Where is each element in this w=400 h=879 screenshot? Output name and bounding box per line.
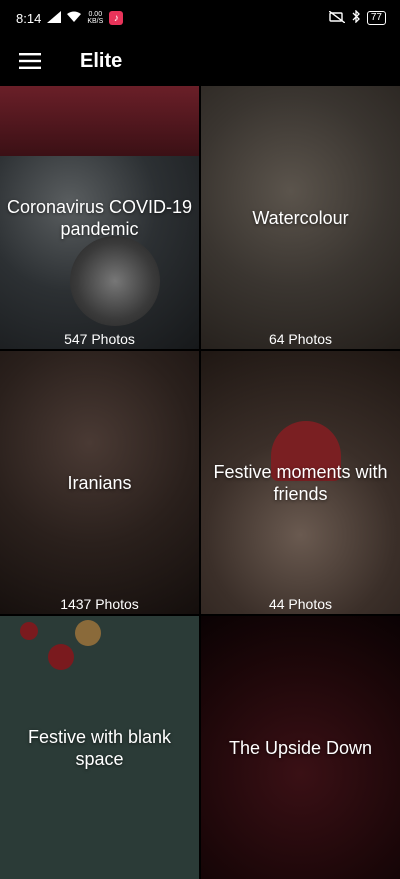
album-cover-image [0,86,199,156]
album-card-watercolour[interactable]: Watercolour 64 Photos [201,86,400,349]
album-title: Festive with blank space [27,726,172,769]
album-photo-count: 547 Photos [64,331,135,347]
album-cover-image [70,236,160,326]
album-title: Festive moments with friends [213,461,388,504]
wifi-icon [67,11,82,26]
ornament-image [75,620,101,646]
network-speed-value: 0.00 [88,11,103,18]
hamburger-menu-icon [19,53,41,69]
album-card-festive-blank[interactable]: Festive with blank space [0,616,199,879]
album-card-upside-down[interactable]: The Upside Down [201,616,400,879]
album-photo-count: 1437 Photos [60,596,139,612]
clock: 8:14 [16,10,42,26]
signal-icon [47,10,62,26]
status-right: 77 [328,9,386,26]
bluetooth-icon [351,9,361,26]
album-title: Iranians [67,472,132,493]
battery-indicator: 77 [366,11,386,25]
music-app-icon: ♪ [109,11,124,25]
album-card-festive-friends[interactable]: Festive moments with friends 44 Photos [201,351,400,614]
app-title: Elite [80,49,123,72]
mute-icon [328,9,346,26]
menu-button[interactable] [0,36,60,86]
status-left: 8:14 0.00 KB/S ♪ [16,10,124,26]
album-grid: Coronavirus COVID-19 pandemic 547 Photos… [0,86,400,879]
app-bar: Elite [0,36,400,86]
album-photo-count: 44 Photos [268,596,333,612]
network-speed: 0.00 KB/S [87,11,103,25]
album-title: Coronavirus COVID-19 pandemic [6,196,193,239]
album-photo-count: 64 Photos [268,331,333,347]
ornament-image [48,644,74,670]
album-card-iranians[interactable]: Iranians 1437 Photos [0,351,199,614]
ornament-image [20,622,38,640]
status-bar: 8:14 0.00 KB/S ♪ 77 [0,0,400,36]
album-title: Watercolour [252,207,349,228]
network-speed-unit: KB/S [87,18,104,25]
album-card-covid[interactable]: Coronavirus COVID-19 pandemic 547 Photos [0,86,199,349]
album-title: The Upside Down [228,737,373,758]
